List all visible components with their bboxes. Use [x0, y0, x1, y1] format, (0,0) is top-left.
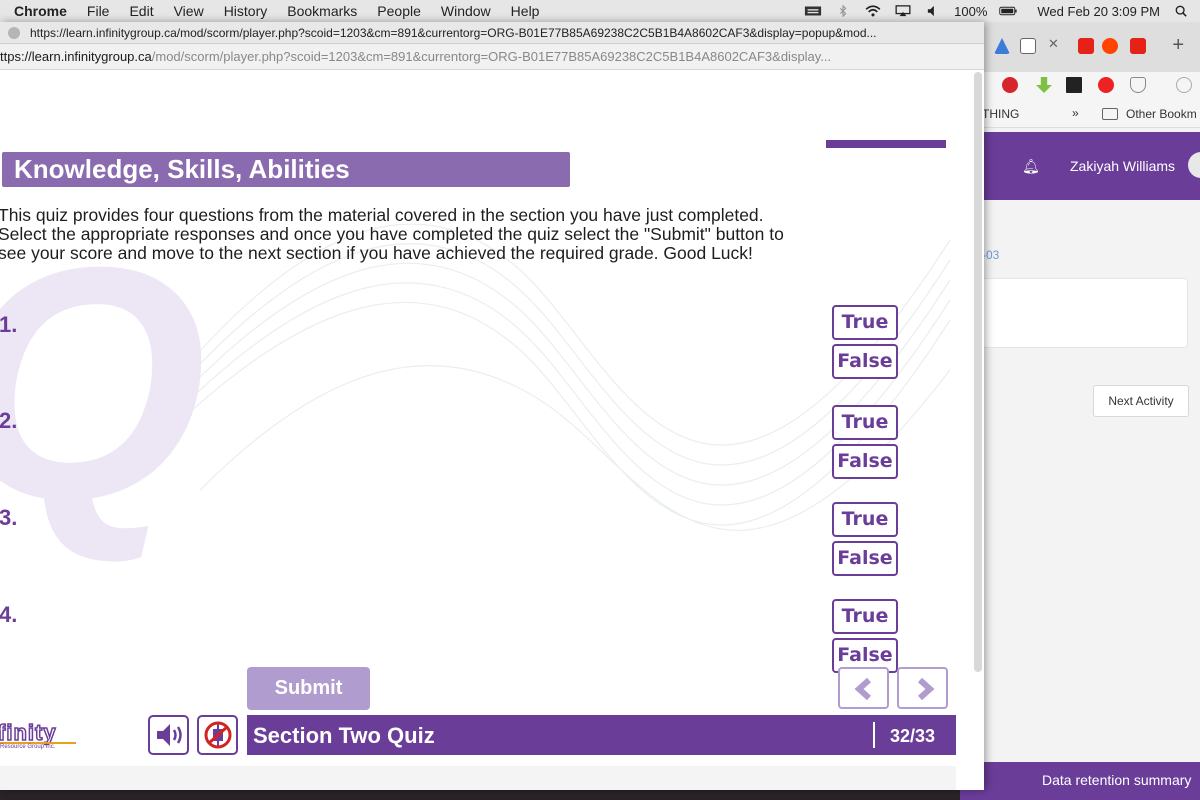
menu-view[interactable]: View — [174, 3, 204, 19]
previous-slide-button[interactable] — [838, 667, 889, 709]
popup-title-url: https://learn.infinitygroup.ca/mod/scorm… — [30, 26, 877, 40]
logo-subtext: Resource Group Inc. — [0, 744, 56, 750]
menu-history[interactable]: History — [224, 3, 268, 19]
next-activity-button[interactable]: Next Activity — [1093, 385, 1189, 417]
chevron-right-icon — [917, 678, 935, 700]
background-extensions-toolbar — [960, 72, 1200, 100]
popup-address-bar[interactable]: ttps://learn.infinitygroup.ca/mod/scorm/… — [0, 44, 984, 70]
chevron-left-icon — [854, 678, 872, 700]
q3-true-button[interactable]: True — [832, 502, 898, 537]
tab-favicon-youtube-icon[interactable] — [1078, 38, 1094, 54]
page-indicator: 32/33 — [890, 726, 936, 746]
site-header: 🔔︎ Zakiyah Williams — [960, 132, 1200, 200]
course-stage: Q Knowledge, Skills, Abilities This quiz… — [0, 70, 956, 790]
popup-scrollbar[interactable] — [974, 72, 982, 672]
menubar-status: 100% Wed Feb 20 3:09 PM — [804, 0, 1190, 22]
background-bookmarks-bar: THING » Other Bookm — [960, 100, 1200, 128]
breadcrumb-partial[interactable]: -03 — [982, 248, 999, 262]
menu-file[interactable]: File — [87, 3, 110, 19]
url-path: /mod/scorm/player.php?scoid=1203&cm=891&… — [151, 49, 832, 64]
avatar[interactable] — [1188, 152, 1200, 178]
other-bookmarks[interactable]: Other Bookm — [1126, 107, 1197, 121]
extension-shield-icon[interactable] — [1130, 77, 1146, 93]
extension-p-icon[interactable] — [1066, 77, 1082, 93]
tab-favicon-document-icon[interactable] — [1020, 38, 1036, 54]
q2-true-button[interactable]: True — [832, 405, 898, 440]
wifi-icon[interactable] — [864, 5, 882, 17]
section-title: Section Two Quiz — [253, 723, 435, 748]
background-tab-strip: ✕ + — [960, 22, 1200, 72]
bookmark-partial[interactable]: THING — [982, 107, 1019, 121]
battery-icon[interactable] — [999, 5, 1018, 17]
instructions-line-3: see your score and move to the next sect… — [0, 243, 753, 263]
spotlight-search-icon[interactable] — [1172, 5, 1190, 17]
tab-favicon-youtube-icon-2[interactable] — [1130, 38, 1146, 54]
next-slide-button[interactable] — [897, 667, 948, 709]
popup-url-text: ttps://learn.infinitygroup.ca/mod/scorm/… — [0, 49, 970, 64]
url-host: ttps://learn.infinitygroup.ca — [0, 49, 152, 64]
no-transcript-button[interactable] — [197, 715, 238, 755]
speaker-icon — [157, 724, 182, 746]
q2-false-button[interactable]: False — [832, 444, 898, 479]
footer-divider — [873, 722, 875, 748]
quiz-instructions: This quiz provides four questions from t… — [0, 206, 830, 263]
top-accent-bar — [826, 140, 946, 148]
airplay-icon[interactable] — [894, 5, 912, 17]
question-number-4: 4. — [0, 602, 18, 627]
site-footer: Data retention summary — [960, 762, 1200, 800]
prohibited-icon — [204, 721, 232, 749]
instructions-line-1: This quiz provides four questions from t… — [0, 205, 764, 225]
popup-title-bar: https://learn.infinitygroup.ca/mod/scorm… — [0, 22, 984, 44]
menu-people[interactable]: People — [377, 3, 421, 19]
menu-extra-icon[interactable] — [804, 5, 822, 17]
q1-false-button[interactable]: False — [832, 344, 898, 379]
extension-opera-icon[interactable] — [1098, 77, 1114, 93]
volume-icon[interactable] — [924, 5, 942, 17]
macos-menubar: Chrome File Edit View History Bookmarks … — [0, 0, 1200, 22]
tab-favicon-reddit-icon[interactable] — [1102, 38, 1118, 54]
menu-app-name[interactable]: Chrome — [14, 3, 67, 19]
tab-favicon-drive-icon[interactable] — [994, 38, 1010, 54]
notification-bell-icon[interactable]: 🔔︎ — [1022, 158, 1040, 175]
bluetooth-icon[interactable] — [834, 5, 852, 17]
infinity-logo: finity Resource Group Inc. — [0, 719, 78, 754]
data-retention-link[interactable]: Data retention summary — [1042, 772, 1191, 788]
submit-button[interactable]: Submit — [247, 667, 370, 710]
window-control-dot[interactable] — [8, 27, 20, 39]
instructions-line-2: Select the appropriate responses and onc… — [0, 224, 784, 244]
folder-icon — [1102, 108, 1118, 120]
clock[interactable]: Wed Feb 20 3:09 PM — [1037, 4, 1160, 19]
audio-toggle-button[interactable] — [148, 715, 189, 755]
menu-bookmarks[interactable]: Bookmarks — [287, 3, 357, 19]
page-title: Knowledge, Skills, Abilities — [14, 154, 350, 184]
extension-adblock-icon[interactable] — [1002, 77, 1018, 93]
battery-percent: 100% — [954, 3, 988, 19]
question-number-1: 1. — [0, 312, 18, 337]
content-card — [982, 278, 1188, 348]
menu-help[interactable]: Help — [511, 3, 540, 19]
profile-icon[interactable] — [1176, 77, 1192, 93]
user-name[interactable]: Zakiyah Williams — [1070, 158, 1175, 174]
scorm-popup-window: https://learn.infinitygroup.ca/mod/scorm… — [0, 22, 984, 790]
bookmarks-overflow-chevron[interactable]: » — [1072, 106, 1079, 120]
bottom-strip — [0, 766, 956, 790]
question-number-3: 3. — [0, 505, 18, 530]
menu-edit[interactable]: Edit — [129, 3, 153, 19]
extension-download-icon[interactable] — [1036, 77, 1052, 93]
q1-true-button[interactable]: True — [832, 305, 898, 340]
q3-false-button[interactable]: False — [832, 541, 898, 576]
q4-true-button[interactable]: True — [832, 599, 898, 634]
new-tab-plus-icon[interactable]: + — [1172, 34, 1184, 57]
background-browser-window: ✕ + THING » Other Bookm 🔔︎ Zakiyah Willi… — [960, 22, 1200, 800]
decorative-q-letter: Q — [0, 218, 207, 548]
menu-window[interactable]: Window — [441, 3, 491, 19]
question-number-2: 2. — [0, 408, 18, 433]
tab-close-icon[interactable]: ✕ — [1048, 36, 1059, 52]
